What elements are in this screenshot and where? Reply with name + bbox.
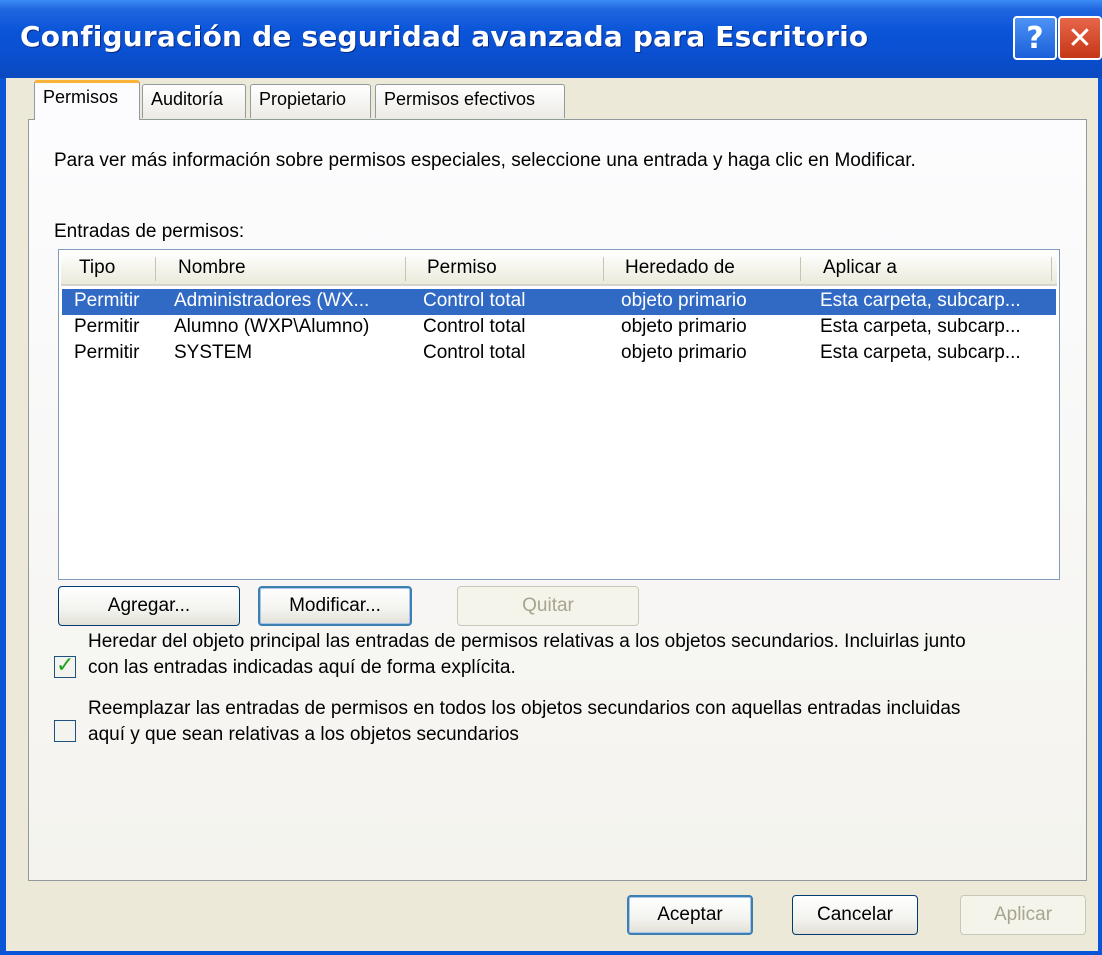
apply-button-label: Aplicar	[993, 904, 1053, 925]
tab-label: Propietario	[259, 89, 347, 109]
cell-nombre: Administradores (WX...	[174, 290, 370, 311]
column-divider[interactable]	[405, 257, 406, 281]
apply-button[interactable]: Aplicar	[960, 895, 1086, 935]
cell-nombre: Alumno (WXP\Alumno)	[174, 316, 370, 337]
column-header-tipo[interactable]: Tipo	[79, 257, 115, 279]
cell-permiso: Control total	[423, 290, 526, 311]
window-border-left	[0, 78, 6, 955]
tab-permisos[interactable]: Permisos	[34, 80, 140, 120]
table-row[interactable]: Permitir SYSTEM Control total objeto pri…	[62, 341, 1056, 367]
inherit-permissions-checkbox[interactable]: ✓	[54, 652, 76, 678]
column-header-permiso[interactable]: Permiso	[427, 257, 497, 279]
cell-tipo: Permitir	[74, 316, 140, 337]
column-header-nombre[interactable]: Nombre	[178, 257, 246, 279]
window-title: Configuración de seguridad avanzada para…	[20, 20, 869, 53]
help-button[interactable]: ?	[1013, 16, 1057, 60]
cell-aplicar: Esta carpeta, subcarp...	[820, 316, 1021, 337]
cell-heredado: objeto primario	[621, 290, 747, 311]
close-icon: ✕	[1067, 20, 1093, 56]
checkmark-icon: ✓	[56, 652, 75, 677]
remove-button[interactable]: Quitar	[457, 586, 639, 626]
tab-permisos-efectivos[interactable]: Permisos efectivos	[375, 84, 565, 118]
security-dialog: Configuración de seguridad avanzada para…	[0, 0, 1102, 955]
window-border-bottom	[0, 951, 1102, 955]
question-icon: ?	[1026, 20, 1044, 56]
column-divider[interactable]	[155, 257, 156, 281]
column-divider[interactable]	[800, 257, 801, 281]
window-border-right	[1098, 78, 1102, 955]
replace-permissions-checkbox[interactable]	[54, 720, 76, 742]
cancel-button-label: Cancelar	[816, 904, 894, 925]
cell-heredado: objeto primario	[621, 342, 747, 363]
entries-label: Entradas de permisos:	[54, 221, 245, 242]
inherit-label-line1: Heredar del objeto principal las entrada…	[88, 631, 966, 652]
cell-tipo: Permitir	[74, 342, 140, 363]
replace-permissions-label[interactable]: Reemplazar las entradas de permisos en t…	[88, 696, 960, 748]
list-header: Tipo Nombre Permiso Heredado de Aplicar …	[61, 252, 1057, 286]
replace-label-line2: aquí y que sean relativas a los objetos …	[88, 724, 519, 745]
tab-propietario[interactable]: Propietario	[250, 84, 371, 118]
table-row[interactable]: Permitir Alumno (WXP\Alumno) Control tot…	[62, 315, 1056, 341]
close-button[interactable]: ✕	[1058, 16, 1102, 60]
replace-label-line1: Reemplazar las entradas de permisos en t…	[88, 698, 961, 719]
inherit-permissions-label[interactable]: Heredar del objeto principal las entrada…	[88, 629, 966, 681]
column-header-heredado[interactable]: Heredado de	[625, 257, 735, 279]
column-divider[interactable]	[603, 257, 604, 281]
add-button[interactable]: Agregar...	[58, 586, 240, 626]
ok-button[interactable]: Aceptar	[627, 895, 753, 935]
tab-label: Auditoría	[151, 89, 224, 109]
cell-heredado: objeto primario	[621, 316, 747, 337]
cell-nombre: SYSTEM	[174, 342, 253, 363]
remove-button-label: Quitar	[522, 595, 574, 616]
cancel-button[interactable]: Cancelar	[792, 895, 918, 935]
tab-auditoria[interactable]: Auditoría	[142, 84, 246, 118]
edit-button[interactable]: Modificar...	[258, 586, 412, 626]
tab-label: Permisos efectivos	[384, 89, 536, 109]
info-text: Para ver más información sobre permisos …	[54, 150, 916, 171]
edit-button-label: Modificar...	[289, 595, 381, 616]
permissions-tab-panel: Para ver más información sobre permisos …	[28, 119, 1087, 881]
permission-entries-list[interactable]: Tipo Nombre Permiso Heredado de Aplicar …	[58, 249, 1060, 580]
add-button-label: Agregar...	[107, 595, 191, 616]
tab-label: Permisos	[43, 87, 119, 107]
column-header-aplicar[interactable]: Aplicar a	[823, 257, 897, 279]
ok-button-label: Aceptar	[657, 904, 723, 925]
column-divider[interactable]	[1051, 257, 1052, 281]
cell-tipo: Permitir	[74, 290, 140, 311]
cell-aplicar: Esta carpeta, subcarp...	[820, 342, 1021, 363]
cell-permiso: Control total	[423, 342, 526, 363]
table-row[interactable]: Permitir Administradores (WX... Control …	[62, 289, 1056, 315]
cell-aplicar: Esta carpeta, subcarp...	[820, 290, 1021, 311]
inherit-label-line2: con las entradas indicadas aquí de forma…	[88, 657, 516, 678]
title-bar[interactable]: Configuración de seguridad avanzada para…	[0, 0, 1102, 78]
cell-permiso: Control total	[423, 316, 526, 337]
